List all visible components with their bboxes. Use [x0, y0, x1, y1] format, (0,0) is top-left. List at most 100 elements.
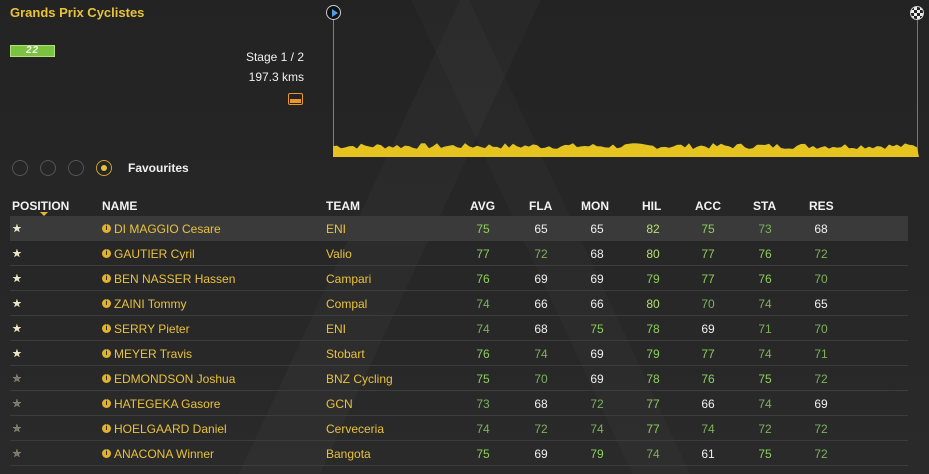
stage-profile-chart — [333, 143, 919, 157]
rider-name[interactable]: ANACONA Winner — [114, 447, 214, 461]
filter-radio-3[interactable] — [68, 160, 84, 176]
filter-radio-2[interactable] — [40, 160, 56, 176]
table-row[interactable]: ★ ★ ★ i EDMONDSON Joshua BNZ Cycling 75 70 69 78 7… — [10, 366, 908, 391]
stat-hil: 77 — [646, 422, 660, 436]
rider-info-icon[interactable]: i — [102, 299, 111, 308]
stat-sta: 76 — [758, 247, 772, 261]
rider-name[interactable]: HOELGAARD Daniel — [114, 422, 227, 436]
table-row[interactable]: ★ ★ ★ i HOELGAARD Daniel Cerveceria 74 72 74 77 74… — [10, 416, 908, 441]
stat-avg: 75 — [476, 222, 490, 236]
team-name[interactable]: ENI — [326, 322, 346, 336]
filter-radio-favourites[interactable] — [96, 160, 112, 176]
rider-name[interactable]: HATEGEKA Gasore — [114, 397, 220, 411]
column-header-name[interactable]: NAME — [102, 199, 137, 213]
rider-info-icon[interactable]: i — [102, 349, 111, 358]
rider-name[interactable]: GAUTIER Cyril — [114, 247, 195, 261]
team-name[interactable]: Valio — [326, 247, 352, 261]
stat-acc: 61 — [701, 447, 715, 461]
column-header-hil[interactable]: HIL — [642, 199, 661, 213]
stat-hil: 80 — [646, 247, 660, 261]
stat-avg: 76 — [476, 347, 490, 361]
rider-info-icon[interactable]: i — [102, 449, 111, 458]
stat-avg: 75 — [476, 447, 490, 461]
rider-table: ★ ★ ★ i DI MAGGIO Cesare ENI 75 65 65 82 75 73 68 ★ ★ ★… — [10, 216, 908, 466]
stat-fla: 69 — [534, 447, 548, 461]
rider-name[interactable]: SERRY Pieter — [114, 322, 190, 336]
stat-acc: 66 — [701, 397, 715, 411]
flat-stage-icon[interactable] — [288, 93, 303, 105]
star-icon: ★ — [12, 448, 22, 460]
stat-mon: 68 — [590, 247, 604, 261]
stat-sta: 75 — [758, 447, 772, 461]
stat-sta: 74 — [758, 397, 772, 411]
stat-sta: 73 — [758, 222, 772, 236]
star-icon: ★ — [12, 348, 22, 360]
table-row[interactable]: ★ ★ ★ i DI MAGGIO Cesare ENI 75 65 65 82 75 73 68 — [10, 216, 908, 241]
rider-info-icon[interactable]: i — [102, 324, 111, 333]
team-name[interactable]: Compal — [326, 297, 367, 311]
stat-sta: 74 — [758, 347, 772, 361]
filter-radio-1[interactable] — [12, 160, 28, 176]
team-name[interactable]: GCN — [326, 397, 353, 411]
stat-res: 71 — [814, 347, 828, 361]
rider-name[interactable]: EDMONDSON Joshua — [114, 372, 235, 386]
rider-info-icon[interactable]: i — [102, 224, 111, 233]
play-icon[interactable] — [326, 5, 341, 20]
rider-info-icon[interactable]: i — [102, 399, 111, 408]
rider-name[interactable]: ZAINI Tommy — [114, 297, 186, 311]
table-row[interactable]: ★ ★ ★ i SERRY Pieter ENI 74 68 75 78 69 71 70 — [10, 316, 908, 341]
stat-acc: 77 — [701, 247, 715, 261]
column-header-avg[interactable]: AVG — [470, 199, 495, 213]
rider-info-icon[interactable]: i — [102, 424, 111, 433]
rider-name[interactable]: BEN NASSER Hassen — [114, 272, 235, 286]
column-header-acc[interactable]: ACC — [695, 199, 721, 213]
column-header-team[interactable]: TEAM — [326, 199, 360, 213]
stat-avg: 74 — [476, 422, 490, 436]
stat-mon: 79 — [590, 447, 604, 461]
stat-mon: 65 — [590, 222, 604, 236]
stat-hil: 80 — [646, 297, 660, 311]
race-category-badge: 22 — [10, 45, 55, 57]
stat-sta: 72 — [758, 422, 772, 436]
stat-res: 65 — [814, 297, 828, 311]
stat-res: 70 — [814, 272, 828, 286]
stat-res: 72 — [814, 247, 828, 261]
team-name[interactable]: Campari — [326, 272, 371, 286]
stat-avg: 74 — [476, 322, 490, 336]
stat-hil: 77 — [646, 397, 660, 411]
filter-label-favourites[interactable]: Favourites — [128, 161, 189, 175]
table-row[interactable]: ★ ★ ★ i BEN NASSER Hassen Campari 76 69 69 79 77 76… — [10, 266, 908, 291]
stat-acc: 69 — [701, 322, 715, 336]
rider-info-icon[interactable]: i — [102, 274, 111, 283]
stat-mon: 69 — [590, 372, 604, 386]
stat-res: 69 — [814, 397, 828, 411]
stat-sta: 76 — [758, 272, 772, 286]
rider-name[interactable]: DI MAGGIO Cesare — [114, 222, 221, 236]
stat-mon: 69 — [590, 272, 604, 286]
finish-marker-line — [917, 20, 918, 152]
team-name[interactable]: BNZ Cycling — [326, 372, 393, 386]
table-row[interactable]: ★ ★ ★ i HATEGEKA Gasore GCN 73 68 72 77 66 74 69 — [10, 391, 908, 416]
stage-distance: 197.3 kms — [248, 70, 304, 84]
stat-hil: 74 — [646, 447, 660, 461]
rider-name[interactable]: MEYER Travis — [114, 347, 192, 361]
star-icon: ★ — [12, 223, 22, 235]
rider-info-icon[interactable]: i — [102, 374, 111, 383]
stat-avg: 77 — [476, 247, 490, 261]
star-icon: ★ — [12, 323, 22, 335]
column-header-fla[interactable]: FLA — [529, 199, 552, 213]
column-header-mon[interactable]: MON — [581, 199, 609, 213]
column-header-sta[interactable]: STA — [753, 199, 776, 213]
star-icon: ★ — [12, 398, 22, 410]
team-name[interactable]: ENI — [326, 222, 346, 236]
column-header-res[interactable]: RES — [809, 199, 834, 213]
table-row[interactable]: ★ ★ ★ i ZAINI Tommy Compal 74 66 66 80 70 74 65 — [10, 291, 908, 316]
column-header-position[interactable]: POSITION — [12, 199, 69, 213]
rider-info-icon[interactable]: i — [102, 249, 111, 258]
team-name[interactable]: Stobart — [326, 347, 365, 361]
team-name[interactable]: Cerveceria — [326, 422, 384, 436]
table-row[interactable]: ★ ★ ★ i GAUTIER Cyril Valio 77 72 68 80 77 76 72 — [10, 241, 908, 266]
team-name[interactable]: Bangota — [326, 447, 371, 461]
table-row[interactable]: ★ ★ ★ i MEYER Travis Stobart 76 74 69 79 77 74 71 — [10, 341, 908, 366]
table-row[interactable]: ★ ★ ★ i ANACONA Winner Bangota 75 69 79 74 61 75 72 — [10, 441, 908, 466]
